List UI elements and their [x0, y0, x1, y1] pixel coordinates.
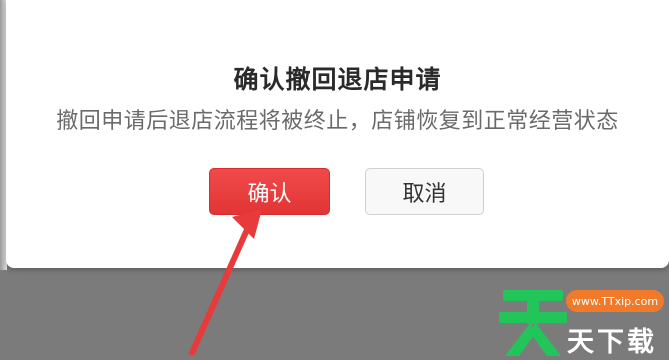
watermark-url-badge: www.TTxip.com: [566, 290, 664, 312]
annotation-arrow-icon: [189, 209, 262, 355]
watermark-logo-icon: [499, 290, 567, 356]
screen: 确认撤回退店申请 撤回申请后退店流程将被终止，店铺恢复到正常经营状态 确认 取消…: [0, 0, 669, 360]
cancel-button[interactable]: 取消: [365, 168, 484, 215]
dialog-title: 确认撤回退店申请: [233, 65, 442, 94]
dialog-message: 撤回申请后退店流程将被终止，店铺恢复到正常经营状态: [56, 109, 619, 134]
watermark-site-name: 天下载: [567, 327, 657, 358]
confirm-withdraw-dialog: 确认撤回退店申请 撤回申请后退店流程将被终止，店铺恢复到正常经营状态 确认 取消: [6, 0, 669, 268]
